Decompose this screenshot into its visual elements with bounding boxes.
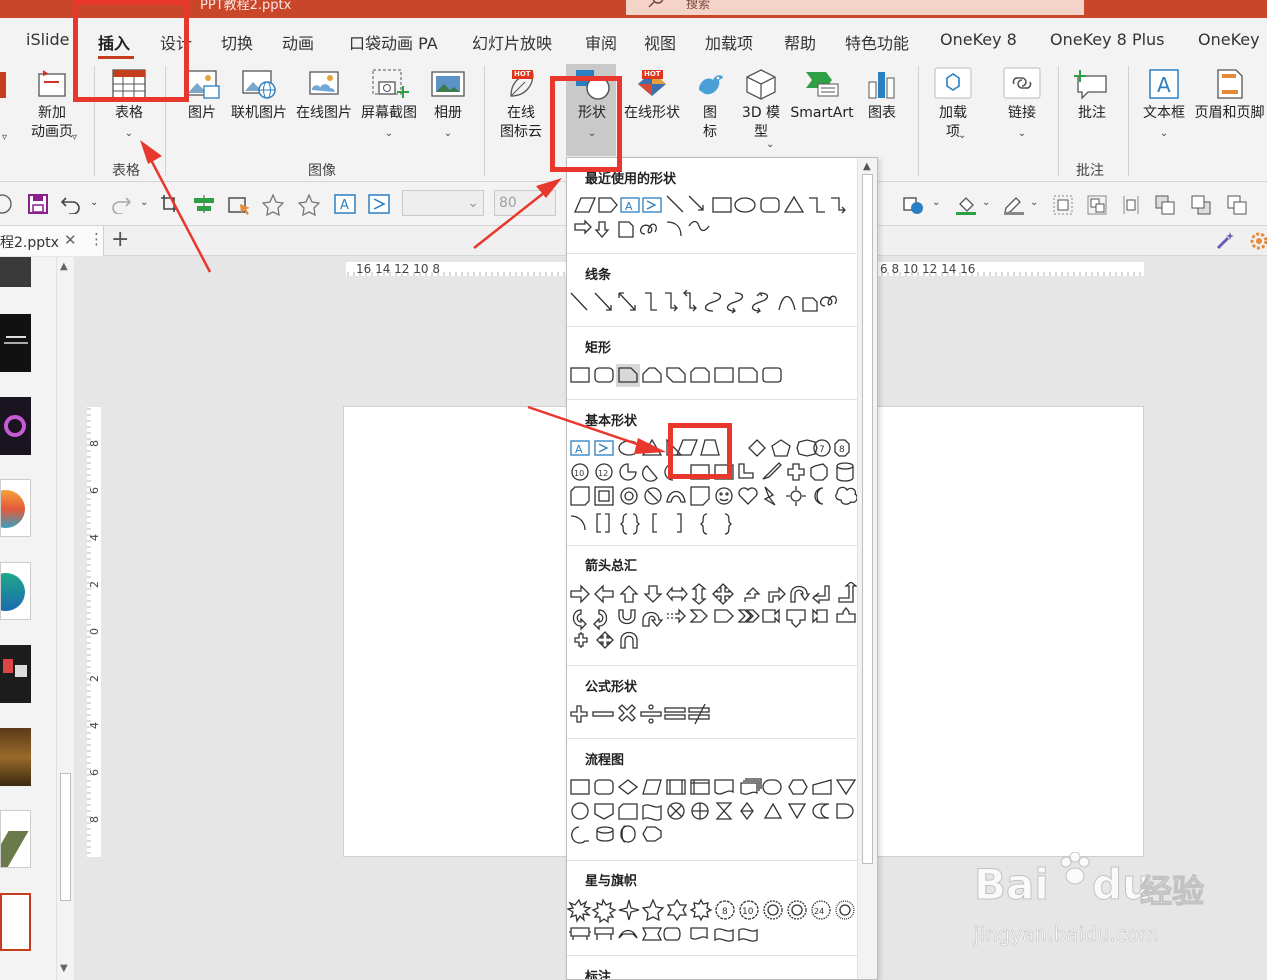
watermark-jingyan-text: 经验	[1139, 872, 1205, 911]
baidu-jingyan-watermark: Bai du 经验 jingyan.baidu.com	[968, 852, 1208, 952]
watermark-url: jingyan.baidu.com	[974, 922, 1159, 947]
annotation-arrows	[140, 140, 666, 454]
paw-icon	[1060, 852, 1090, 885]
watermark-logo-text: Bai	[974, 860, 1050, 910]
